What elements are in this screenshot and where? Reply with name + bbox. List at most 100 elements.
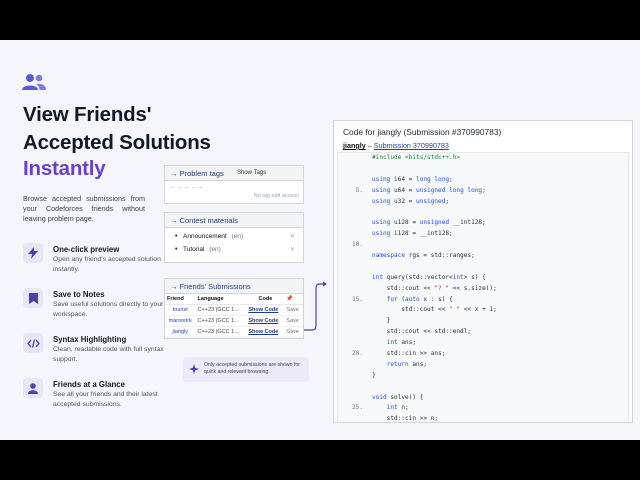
table-header-row: Friend Language Code 📌 [165, 294, 303, 305]
line-number: 5. [355, 186, 363, 194]
code-text: std::cout << "? " << s.size(); [372, 284, 497, 292]
show-code-button[interactable]: Show Code [246, 315, 285, 327]
material-lang: (en) [209, 246, 221, 253]
material-label[interactable]: Tutorial [183, 246, 204, 253]
code-line: void solve() { [338, 393, 628, 404]
table-row: tourist C++23 (GCC 1... Show Code Save [165, 304, 303, 316]
submission-link[interactable]: Submission 370990783 [374, 141, 449, 150]
code-text: std::cout << " " << x + 1; [372, 306, 497, 314]
code-line: using i128 = __int128; [338, 229, 628, 240]
code-line: 15. for (auto x : s) { [338, 295, 628, 306]
tags-placeholder: – – – – – [171, 185, 204, 191]
connector-arrow [304, 281, 327, 331]
friends-submissions-panel: → Friends' Submissions Friend Language C… [164, 278, 304, 339]
code-text: int query(std::vector<int> s) { [372, 273, 486, 281]
feature-text: See all your friends and their latest ac… [53, 391, 158, 408]
code-block[interactable]: #include <bits/stdc++.h> using i64 = long… [337, 152, 629, 423]
show-code-button[interactable]: Show Code [246, 326, 285, 338]
code-line: using u32 = unsigned; [338, 197, 628, 208]
code-text: using u32 = unsigned; [372, 197, 450, 205]
code-text: std::cin >> n; [372, 415, 439, 423]
code-line: #include <bits/stdc++.h> [338, 153, 628, 164]
code-text: int n; [386, 404, 409, 412]
code-line: 20. std::cin >> ans; [338, 349, 628, 360]
problem-tags-panel: → Problem tags Show Tags – – – – – No ta… [164, 165, 304, 204]
column-header: Language [195, 294, 247, 305]
submissions-table: Friend Language Code 📌 tourist C++23 (GC… [165, 294, 303, 338]
code-line: std::cin >> n; [338, 414, 628, 423]
code-text: for (auto x : s) { [386, 295, 453, 303]
code-line: 10. [338, 240, 628, 251]
show-tags-link[interactable]: Show Tags [237, 170, 266, 176]
code-text: #include <bits/stdc++.h> [372, 154, 461, 161]
code-viewer-window: Code for jiangly (Submission #370990783)… [333, 120, 633, 423]
no-access-text: No tag edit access [253, 193, 299, 199]
list-item[interactable]: • Tutorial (en) ✕ [175, 246, 303, 259]
code-line: using u128 = unsigned __int128; [338, 218, 628, 229]
code-line: 5. using u64 = unsigned long long; [338, 186, 628, 197]
save-button[interactable]: Save [284, 304, 303, 316]
code-line: return ans; [338, 360, 628, 371]
hero-title-line2: Accepted Solutions [23, 131, 211, 154]
code-viewer-title: Code for jiangly (Submission #370990783) [343, 127, 502, 137]
code-text: return ans; [386, 360, 428, 368]
close-icon[interactable]: ✕ [290, 246, 295, 253]
code-text: using u64 = unsigned long long; [372, 186, 486, 194]
panel-title: → Contest materials [170, 216, 238, 225]
panel-header: → Contest materials [165, 213, 303, 228]
column-header: Code [246, 294, 285, 305]
code-line: 25. int n; [338, 403, 628, 414]
code-line: namespace rgs = std::ranges; [338, 251, 628, 262]
promo-slide: View Friends' Accepted Solutions Instant… [0, 40, 640, 440]
users-icon [22, 74, 46, 90]
feature-title: One-click preview [53, 245, 120, 254]
code-line: std::cout << "? " << s.size(); [338, 284, 628, 295]
code-line: } [338, 371, 628, 382]
feature-text: Clean, readable code with full syntax su… [53, 346, 164, 363]
column-header: Friend [165, 294, 196, 305]
code-text: using i128 = __int128; [372, 230, 453, 238]
hero-description: Browse accepted submissions from your Co… [23, 194, 145, 223]
friend-link[interactable]: tourist [165, 304, 196, 316]
material-label[interactable]: Announcement [183, 233, 227, 240]
friend-link[interactable]: jiangly [165, 326, 196, 338]
feature-text: Save useful solutions directly to your w… [53, 301, 164, 318]
show-code-button[interactable]: Show Code [246, 304, 285, 316]
code-line: } [338, 316, 628, 327]
tags-body: – – – – – No tag edit access [165, 181, 303, 203]
code-text: } [372, 317, 391, 325]
code-line: std::cout << std::endl; [338, 327, 628, 338]
breadcrumb: jiangly – Submission 370990783 [343, 141, 449, 150]
hero-title-line1: View Friends' [23, 103, 152, 126]
friend-link[interactable]: maroonrk [165, 315, 196, 327]
close-icon[interactable]: ✕ [290, 233, 295, 240]
line-number: 15. [351, 295, 363, 303]
language-cell: C++23 (GCC 1... [195, 326, 247, 338]
line-number: 25. [351, 404, 363, 412]
code-text: std::cin >> ans; [372, 350, 446, 358]
info-note: Only accepted submissions are shown for … [183, 357, 309, 382]
code-line: std::cout << " " << x + 1; [338, 305, 628, 316]
contest-materials-panel: → Contest materials • Announcement (en) … [164, 212, 304, 263]
panel-header: → Friends' Submissions [165, 279, 303, 294]
code-text: } [372, 371, 376, 379]
feature-title: Friends at a Glance [53, 380, 125, 389]
code-text: std::cout << std::endl; [372, 328, 472, 336]
save-button[interactable]: Save [284, 315, 303, 327]
code-line: int ans; [338, 338, 628, 349]
code-text: int ans; [386, 339, 417, 347]
language-cell: C++23 (GCC 1... [195, 304, 247, 316]
panel-title: → Problem tags [170, 169, 224, 178]
pin-icon: 📌 [284, 294, 303, 305]
list-item[interactable]: • Announcement (en) ✕ [175, 233, 303, 246]
user-link[interactable]: jiangly [343, 141, 366, 150]
save-button[interactable]: Save [284, 326, 303, 338]
lightning-icon [23, 243, 43, 263]
code-text: void solve() { [372, 393, 424, 401]
note-text: Only accepted submissions are shown for … [204, 362, 301, 376]
code-line: using i64 = long long; [338, 175, 628, 186]
